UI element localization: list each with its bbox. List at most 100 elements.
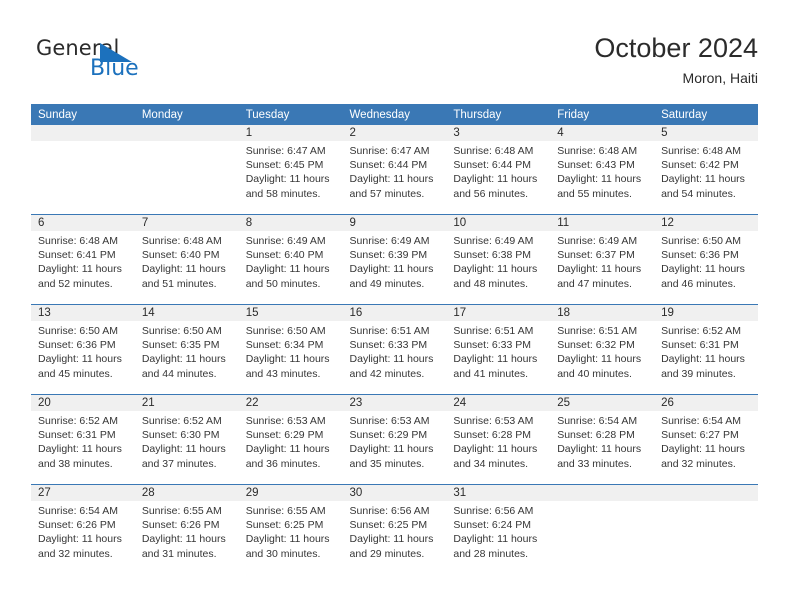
sunrise-text: Sunrise: 6:48 AM [141,235,222,247]
calendar-cell: 23 Sunrise: 6:53 AM Sunset: 6:29 PM Dayligh… [342,394,447,485]
daylight-text: Daylight: 11 hours and 52 minutes. [38,263,122,290]
day-number: 6 [38,217,45,229]
day-cell[interactable]: 4 Sunrise: 6:48 AM Sunset: 6:43 PM Daylight… [550,125,655,214]
sunset-text: Sunset: 6:33 PM [453,339,532,352]
day-cell[interactable]: 27 Sunrise: 6:54 AM Sunset: 6:26 PM Dayligh… [31,485,135,574]
sunset-text: Sunset: 6:34 PM [245,339,324,352]
day-sun-info: Sunrise: 6:53 AM Sunset: 6:29 PM Daylight:… [350,414,444,471]
day-sun-info: Sunrise: 6:50 AM Sunset: 6:36 PM Daylight:… [661,234,755,291]
day-sun-info: Sunrise: 6:54 AM Sunset: 6:26 PM Daylight:… [38,504,132,561]
day-number: 26 [661,397,674,409]
day-cell[interactable]: 19 Sunrise: 6:52 AM Sunset: 6:31 PM Dayligh… [654,305,758,394]
day-cell[interactable]: 13 Sunrise: 6:50 AM Sunset: 6:36 PM Dayligh… [31,305,135,394]
calendar-cell: 19 Sunrise: 6:52 AM Sunset: 6:31 PM Dayligh… [654,304,758,395]
day-cell-empty [134,125,239,214]
daylight-text: Daylight: 11 hours and 36 minutes. [245,443,330,470]
day-cell[interactable]: 25 Sunrise: 6:54 AM Sunset: 6:28 PM Dayligh… [550,395,655,484]
day-cell[interactable]: 28 Sunrise: 6:55 AM Sunset: 6:26 PM Dayligh… [134,485,239,574]
daylight-text: Daylight: 11 hours and 49 minutes. [349,263,434,290]
day-cell[interactable]: 29 Sunrise: 6:55 AM Sunset: 6:25 PM Dayligh… [238,485,343,574]
page-subtitle: Moron, Haiti [682,70,758,86]
day-cell[interactable]: 6 Sunrise: 6:48 AM Sunset: 6:41 PM Daylight… [31,215,135,304]
weekday-header-monday: Monday [134,104,239,125]
day-sun-info: Sunrise: 6:48 AM Sunset: 6:42 PM Daylight:… [661,144,755,201]
daylight-text: Daylight: 11 hours and 39 minutes. [661,353,745,380]
day-cell[interactable]: 5 Sunrise: 6:48 AM Sunset: 6:42 PM Daylight… [654,125,758,214]
day-sun-info: Sunrise: 6:51 AM Sunset: 6:33 PM Daylight:… [453,324,547,381]
day-cell[interactable]: 7 Sunrise: 6:48 AM Sunset: 6:40 PM Daylight… [134,215,239,304]
day-sun-info: Sunrise: 6:49 AM Sunset: 6:39 PM Daylight:… [350,234,444,291]
day-cell[interactable]: 20 Sunrise: 6:52 AM Sunset: 6:31 PM Dayligh… [31,395,135,484]
day-sun-info: Sunrise: 6:47 AM Sunset: 6:44 PM Daylight:… [350,144,444,201]
sunrise-text: Sunrise: 6:47 AM [349,145,430,157]
day-cell-empty [550,485,655,574]
day-number: 11 [557,217,570,229]
calendar-cell: 16 Sunrise: 6:51 AM Sunset: 6:33 PM Dayligh… [342,304,447,395]
day-sun-info: Sunrise: 6:53 AM Sunset: 6:29 PM Daylight:… [246,414,340,471]
day-number: 25 [557,397,571,409]
sunset-text: Sunset: 6:35 PM [141,339,220,352]
day-cell[interactable]: 24 Sunrise: 6:53 AM Sunset: 6:28 PM Dayligh… [446,395,551,484]
day-number: 19 [661,307,674,319]
day-cell[interactable]: 10 Sunrise: 6:49 AM Sunset: 6:38 PM Dayligh… [446,215,551,304]
sunrise-text: Sunrise: 6:49 AM [557,235,638,247]
day-cell[interactable]: 31 Sunrise: 6:56 AM Sunset: 6:24 PM Dayligh… [446,485,551,574]
day-cell[interactable]: 9 Sunrise: 6:49 AM Sunset: 6:39 PM Daylight… [342,215,447,304]
weekday-header-thursday: Thursday [446,104,551,125]
page-title: October 2024 [594,33,758,63]
daylight-text: Daylight: 11 hours and 32 minutes. [661,443,745,470]
day-number: 3 [453,127,460,139]
day-sun-info: Sunrise: 6:52 AM Sunset: 6:30 PM Daylight:… [142,414,236,471]
day-cell[interactable]: 3 Sunrise: 6:48 AM Sunset: 6:44 PM Daylight… [446,125,551,214]
day-cell[interactable]: 17 Sunrise: 6:51 AM Sunset: 6:33 PM Dayligh… [446,305,551,394]
day-cell[interactable]: 11 Sunrise: 6:49 AM Sunset: 6:37 PM Dayligh… [550,215,655,304]
brand-logo[interactable]: General Blue [36,36,236,92]
sunrise-text: Sunrise: 6:54 AM [661,415,742,427]
sunset-text: Sunset: 6:38 PM [453,249,532,262]
sunrise-text: Sunrise: 6:51 AM [557,325,638,337]
sunset-text: Sunset: 6:24 PM [453,519,532,532]
day-number: 16 [349,307,363,319]
weekday-header-sunday: Sunday [31,104,135,125]
day-cell[interactable]: 8 Sunrise: 6:49 AM Sunset: 6:40 PM Daylight… [238,215,343,304]
sunset-text: Sunset: 6:41 PM [38,249,116,262]
day-sun-info: Sunrise: 6:50 AM Sunset: 6:36 PM Daylight:… [38,324,132,381]
day-number: 4 [557,127,564,139]
sunset-text: Sunset: 6:36 PM [661,249,739,262]
calendar-cell: 31 Sunrise: 6:56 AM Sunset: 6:24 PM Dayligh… [446,484,551,574]
weekday-header-tuesday: Tuesday [238,104,343,125]
day-number: 12 [661,217,674,229]
daylight-text: Daylight: 11 hours and 37 minutes. [141,443,226,470]
day-sun-info: Sunrise: 6:49 AM Sunset: 6:37 PM Daylight:… [557,234,651,291]
day-sun-info: Sunrise: 6:54 AM Sunset: 6:28 PM Daylight:… [557,414,651,471]
brand-name-blue: Blue [90,56,139,81]
sunrise-text: Sunrise: 6:48 AM [453,145,534,157]
day-sun-info: Sunrise: 6:50 AM Sunset: 6:35 PM Daylight:… [142,324,236,381]
day-cell[interactable]: 1 Sunrise: 6:47 AM Sunset: 6:45 PM Daylight… [238,125,343,214]
daylight-text: Daylight: 11 hours and 44 minutes. [141,353,226,380]
sunrise-text: Sunrise: 6:54 AM [38,505,118,517]
calendar-cell [654,484,758,574]
day-cell[interactable]: 12 Sunrise: 6:50 AM Sunset: 6:36 PM Dayligh… [654,215,758,304]
day-cell[interactable]: 26 Sunrise: 6:54 AM Sunset: 6:27 PM Dayligh… [654,395,758,484]
daylight-text: Daylight: 11 hours and 38 minutes. [38,443,122,470]
daylight-text: Daylight: 11 hours and 41 minutes. [453,353,538,380]
day-cell[interactable]: 18 Sunrise: 6:51 AM Sunset: 6:32 PM Dayligh… [550,305,655,394]
daylight-text: Daylight: 11 hours and 47 minutes. [557,263,642,290]
day-cell[interactable]: 16 Sunrise: 6:51 AM Sunset: 6:33 PM Dayligh… [342,305,447,394]
day-sun-info: Sunrise: 6:55 AM Sunset: 6:25 PM Daylight:… [246,504,340,561]
page-header: General Blue October 2024 Moron, Haiti [0,0,792,100]
day-cell[interactable]: 23 Sunrise: 6:53 AM Sunset: 6:29 PM Dayligh… [342,395,447,484]
day-cell[interactable]: 22 Sunrise: 6:53 AM Sunset: 6:29 PM Dayligh… [238,395,343,484]
sunset-text: Sunset: 6:26 PM [141,519,220,532]
day-cell[interactable]: 30 Sunrise: 6:56 AM Sunset: 6:25 PM Dayligh… [342,485,447,574]
day-number: 9 [349,217,356,229]
day-cell[interactable]: 21 Sunrise: 6:52 AM Sunset: 6:30 PM Dayligh… [134,395,239,484]
day-cell[interactable]: 2 Sunrise: 6:47 AM Sunset: 6:44 PM Daylight… [342,125,447,214]
sunset-text: Sunset: 6:31 PM [38,429,116,442]
day-cell[interactable]: 15 Sunrise: 6:50 AM Sunset: 6:34 PM Dayligh… [238,305,343,394]
sunset-text: Sunset: 6:42 PM [661,159,739,172]
sunset-text: Sunset: 6:29 PM [349,429,428,442]
day-cell[interactable]: 14 Sunrise: 6:50 AM Sunset: 6:35 PM Dayligh… [134,305,239,394]
sunrise-text: Sunrise: 6:48 AM [557,145,638,157]
